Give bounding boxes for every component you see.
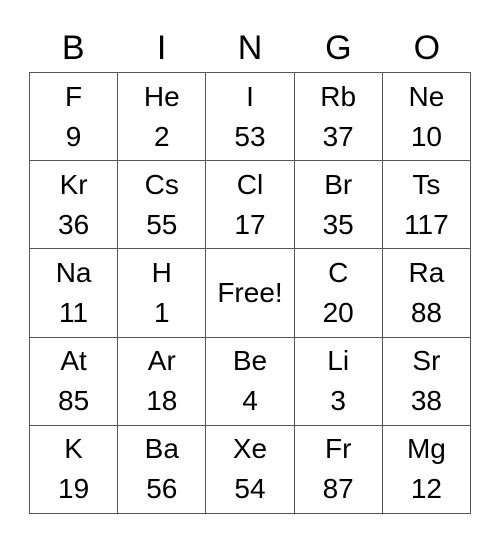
atomic-number: 19 xyxy=(58,473,90,505)
bingo-card-grid: F 9 He 2 I 53 Rb 37 Ne 10 Kr 36 Cs 55 Cl 17 Br 35 Ts 117 Na 1… xyxy=(29,72,471,514)
element-symbol: Cl xyxy=(236,168,264,200)
atomic-number: 11 xyxy=(59,296,89,328)
bingo-header: B I N G O xyxy=(29,24,471,72)
element-symbol: Ra xyxy=(408,256,445,288)
atomic-number: 55 xyxy=(146,208,178,240)
element-symbol: Xe xyxy=(232,433,268,465)
element-symbol: K xyxy=(64,433,83,465)
element-symbol: Br xyxy=(324,168,353,200)
bingo-cell[interactable]: Rb 37 xyxy=(294,73,383,162)
atomic-number: 10 xyxy=(410,120,442,152)
element-symbol: Be xyxy=(232,345,268,377)
bingo-cell[interactable]: Fr 87 xyxy=(294,425,383,514)
atomic-number: 85 xyxy=(58,385,90,417)
atomic-number: 17 xyxy=(234,208,266,240)
element-symbol: Li xyxy=(327,345,350,377)
atomic-number: 53 xyxy=(234,120,266,152)
element-symbol: Ar xyxy=(147,345,176,377)
atomic-number: 12 xyxy=(410,473,442,505)
element-symbol: Ne xyxy=(408,80,445,112)
element-symbol: I xyxy=(246,80,254,112)
bingo-cell[interactable]: C 20 xyxy=(294,249,383,338)
bingo-cell[interactable]: I 53 xyxy=(206,73,295,162)
bingo-cell[interactable]: K 19 xyxy=(30,425,119,514)
element-symbol: Na xyxy=(55,256,92,288)
bingo-cell[interactable]: He 2 xyxy=(118,73,207,162)
bingo-cell[interactable]: Ne 10 xyxy=(382,73,471,162)
bingo-cell[interactable]: Br 35 xyxy=(294,161,383,250)
atomic-number: 20 xyxy=(322,296,354,328)
free-space-cell[interactable]: Free! xyxy=(206,249,295,338)
atomic-number: 88 xyxy=(410,296,442,328)
bingo-cell[interactable]: Mg 12 xyxy=(382,425,471,514)
header-letter-n: N xyxy=(237,29,263,67)
atomic-number: 35 xyxy=(322,208,354,240)
element-symbol: Ts xyxy=(412,168,441,200)
atomic-number: 36 xyxy=(58,208,90,240)
atomic-number: 117 xyxy=(404,208,449,240)
bingo-cell[interactable]: Na 11 xyxy=(30,249,119,338)
atomic-number: 1 xyxy=(154,296,170,328)
bingo-cell[interactable]: Be 4 xyxy=(206,337,295,426)
element-symbol: Rb xyxy=(320,80,357,112)
atomic-number: 4 xyxy=(242,385,258,417)
bingo-cell[interactable]: Xe 54 xyxy=(206,425,295,514)
header-letter-o: O xyxy=(413,29,441,67)
bingo-cell[interactable]: Cl 17 xyxy=(206,161,295,250)
bingo-cell[interactable]: Cs 55 xyxy=(118,161,207,250)
atomic-number: 3 xyxy=(330,385,346,417)
atomic-number: 56 xyxy=(146,473,178,505)
atomic-number: 38 xyxy=(410,385,442,417)
element-symbol: C xyxy=(328,256,349,288)
element-symbol: Cs xyxy=(144,168,179,200)
bingo-cell[interactable]: At 85 xyxy=(30,337,119,426)
atomic-number: 87 xyxy=(322,473,354,505)
atomic-number: 37 xyxy=(322,120,354,152)
bingo-cell[interactable]: Ba 56 xyxy=(118,425,207,514)
atomic-number: 54 xyxy=(234,473,266,505)
element-symbol: H xyxy=(151,256,172,288)
atomic-number: 2 xyxy=(154,120,170,152)
element-symbol: Fr xyxy=(324,433,352,465)
element-symbol: Sr xyxy=(412,345,441,377)
atomic-number: 18 xyxy=(146,385,178,417)
element-symbol: He xyxy=(143,80,180,112)
bingo-cell[interactable]: Kr 36 xyxy=(30,161,119,250)
header-letter-b: B xyxy=(61,29,85,67)
bingo-cell[interactable]: Sr 38 xyxy=(382,337,471,426)
element-symbol: At xyxy=(60,345,87,377)
bingo-cell[interactable]: Ra 88 xyxy=(382,249,471,338)
header-letter-i: I xyxy=(156,29,167,67)
bingo-cell[interactable]: H1 xyxy=(118,249,207,338)
element-symbol: Ba xyxy=(144,433,179,465)
bingo-cell[interactable]: Li 3 xyxy=(294,337,383,426)
bingo-cell[interactable]: F9 xyxy=(30,73,119,162)
bingo-cell[interactable]: Ar 18 xyxy=(118,337,207,426)
bingo-cell[interactable]: Ts 117 xyxy=(382,161,471,250)
element-symbol: Mg xyxy=(406,433,446,465)
header-letter-g: G xyxy=(325,29,352,67)
atomic-number: 9 xyxy=(65,120,82,152)
element-symbol: F xyxy=(65,80,83,112)
element-symbol: Kr xyxy=(59,168,88,200)
free-space-label: Free! xyxy=(217,276,283,308)
